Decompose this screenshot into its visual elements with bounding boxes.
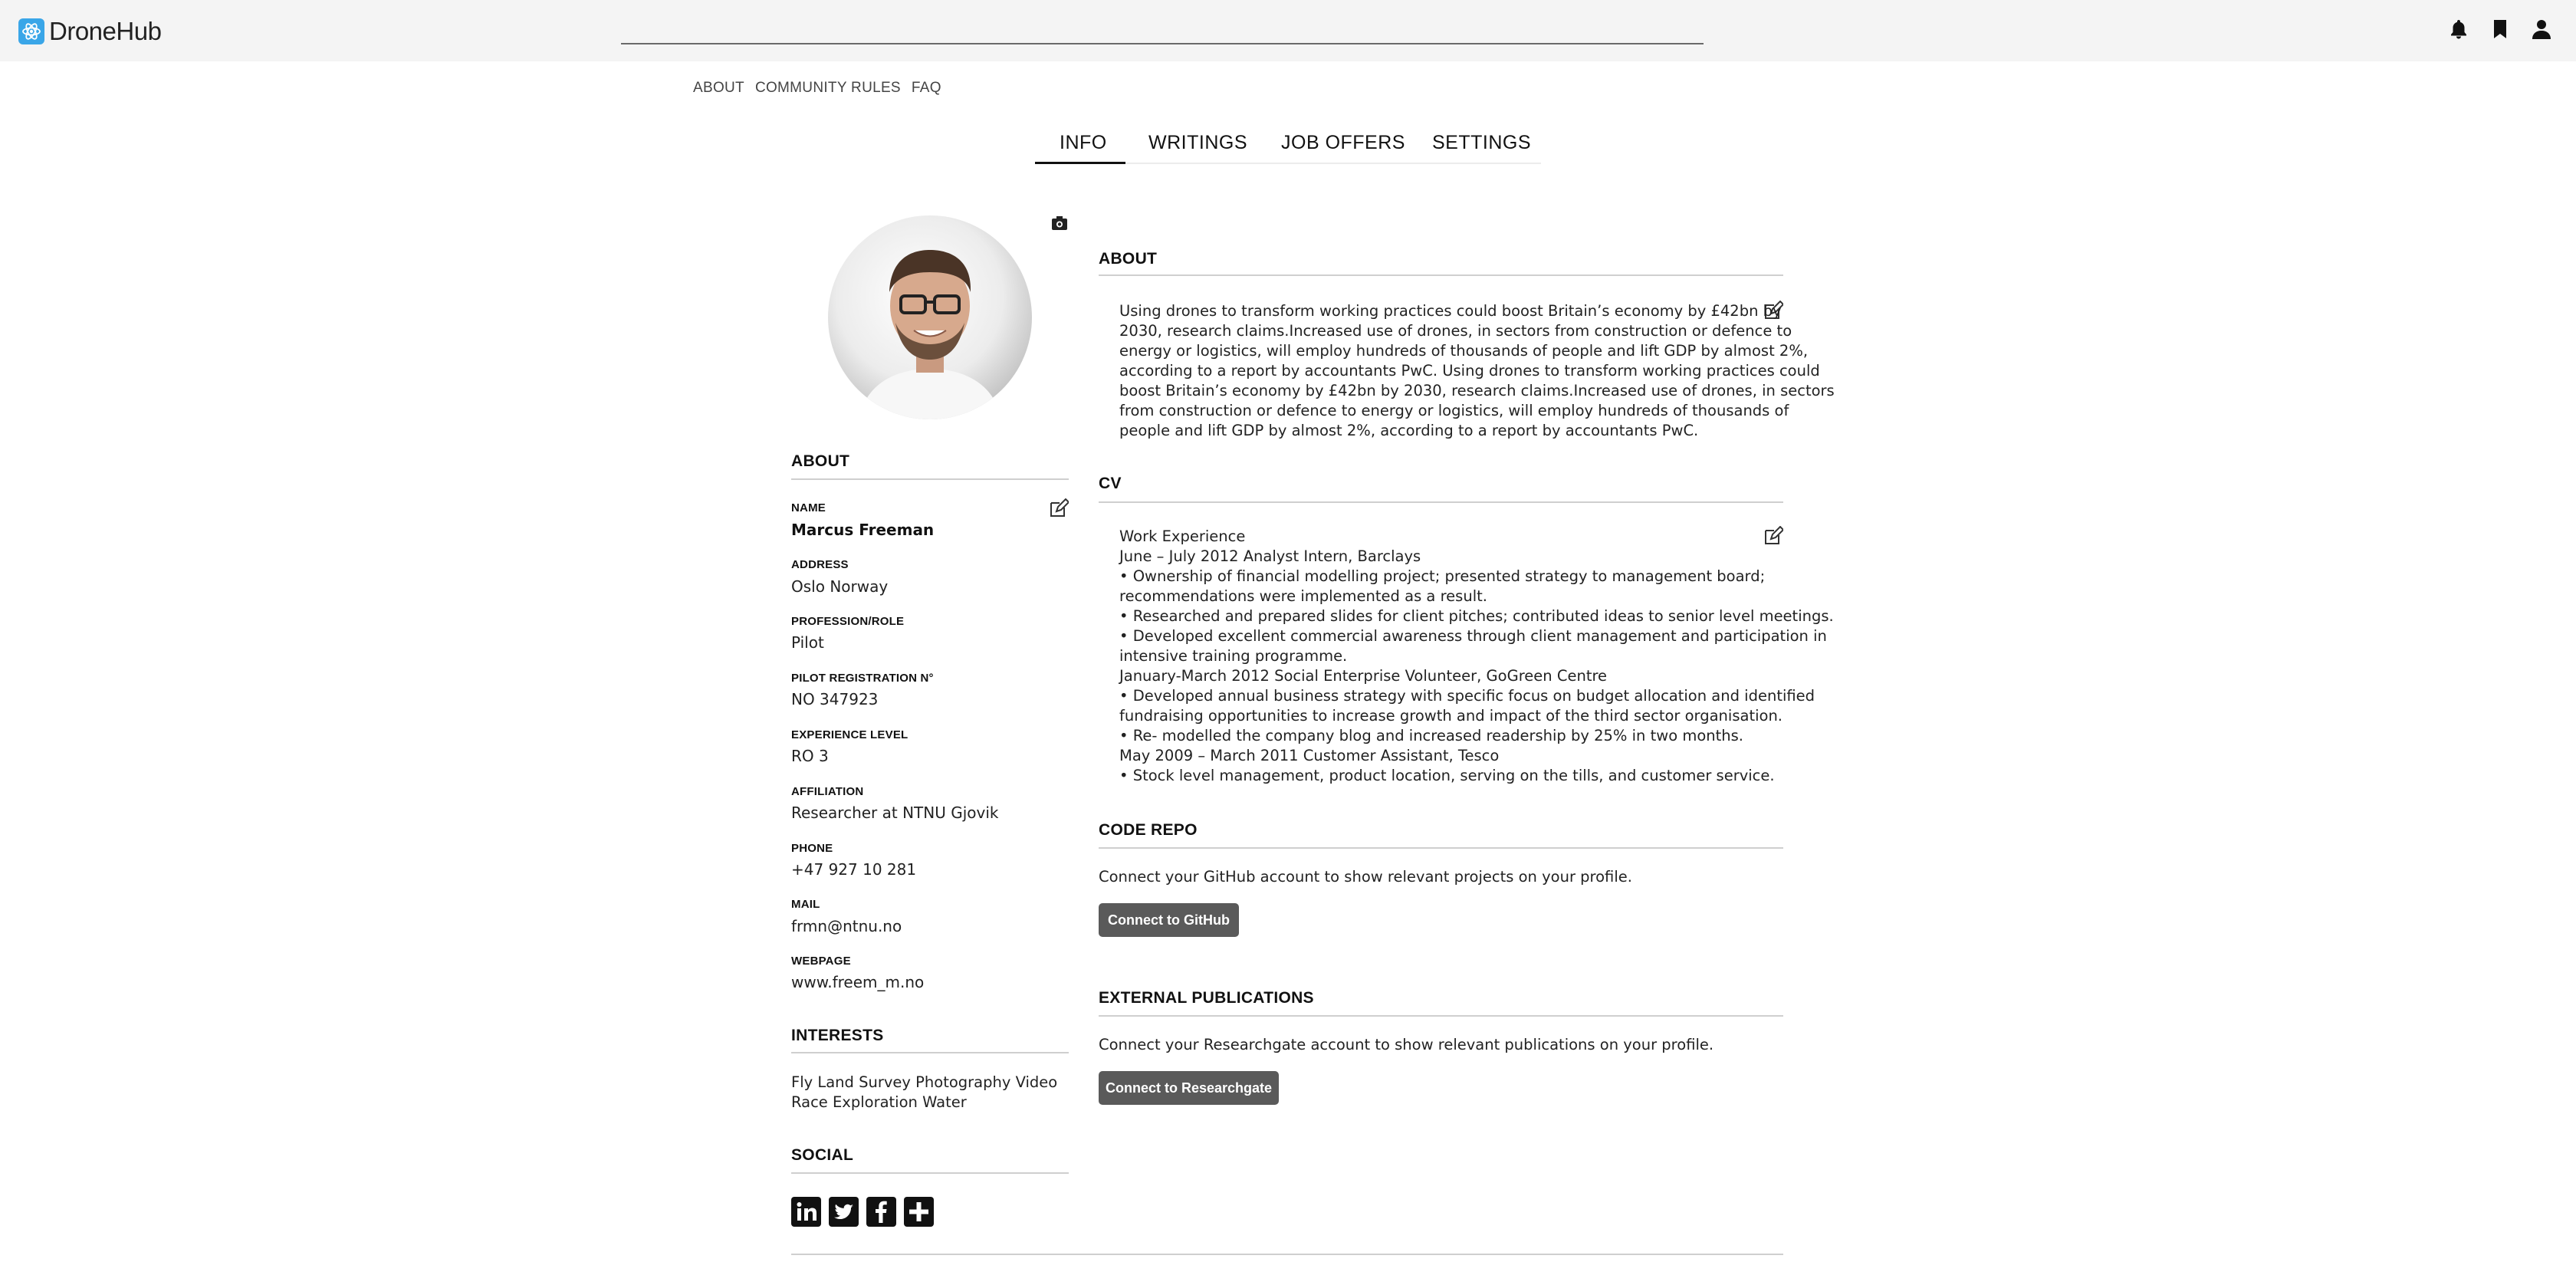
field-value-name: Marcus Freeman	[791, 521, 935, 539]
field-value-profession: Pilot	[791, 633, 824, 652]
cv-heading: CV	[1099, 475, 1122, 492]
social-heading: SOCIAL	[791, 1146, 854, 1164]
field-label-experience: EXPERIENCE LEVEL	[791, 728, 909, 741]
edit-profile-icon[interactable]	[1049, 498, 1070, 518]
linkedin-icon[interactable]	[791, 1197, 821, 1227]
divider	[791, 478, 1069, 480]
cv-text: Work Experience June – July 2012 Analyst…	[1119, 527, 1834, 784]
tab-info[interactable]: INFO	[1060, 132, 1107, 154]
nav-community-rules[interactable]: COMMUNITY RULES	[755, 80, 901, 97]
code-repo-text: Connect your GitHub account to show rele…	[1099, 868, 1632, 886]
logo[interactable]: DroneHub	[18, 17, 162, 46]
avatar	[828, 215, 1032, 419]
bell-icon[interactable]	[2447, 17, 2470, 41]
divider	[1099, 501, 1783, 503]
field-label-registration: PILOT REGISTRATION N°	[791, 672, 934, 685]
twitter-icon[interactable]	[829, 1197, 859, 1227]
plus-icon[interactable]	[904, 1197, 934, 1227]
divider	[1099, 274, 1783, 276]
sidebar-about-heading: ABOUT	[791, 452, 850, 470]
field-value-experience: RO 3	[791, 747, 829, 765]
field-value-affiliation: Researcher at NTNU Gjovik	[791, 804, 999, 822]
change-photo-icon[interactable]	[1050, 215, 1069, 232]
connect-researchgate-button[interactable]: Connect to Researchgate	[1099, 1071, 1279, 1105]
tab-writings[interactable]: WRITINGS	[1148, 132, 1247, 154]
field-value-registration: NO 347923	[791, 690, 879, 708]
field-label-affiliation: AFFILIATION	[791, 785, 864, 798]
nav-faq[interactable]: FAQ	[912, 80, 941, 97]
interests-heading: INTERESTS	[791, 1027, 884, 1044]
footer-divider	[791, 1254, 1783, 1255]
user-icon[interactable]	[2530, 17, 2553, 41]
field-value-address: Oslo Norway	[791, 577, 889, 596]
field-label-mail: MAIL	[791, 898, 820, 911]
field-label-webpage: WEBPAGE	[791, 955, 851, 968]
connect-github-button[interactable]: Connect to GitHub	[1099, 903, 1239, 937]
search-input[interactable]	[621, 43, 1704, 44]
divider	[1099, 847, 1783, 849]
field-value-phone: +47 927 10 281	[791, 860, 917, 879]
field-label-name: NAME	[791, 501, 826, 514]
about-text: Using drones to transform working practi…	[1119, 302, 1835, 439]
publications-heading: EXTERNAL PUBLICATIONS	[1099, 989, 1314, 1007]
field-label-phone: PHONE	[791, 842, 833, 855]
field-value-mail[interactable]: frmn@ntnu.no	[791, 917, 902, 935]
divider	[1099, 1015, 1783, 1017]
nav-about[interactable]: ABOUT	[693, 80, 744, 97]
divider	[791, 1172, 1069, 1174]
tab-settings[interactable]: SETTINGS	[1432, 132, 1531, 154]
publications-text: Connect your Researchgate account to sho…	[1099, 1036, 1714, 1053]
atom-logo-icon	[18, 18, 44, 44]
facebook-icon[interactable]	[866, 1197, 896, 1227]
bookmark-icon[interactable]	[2489, 17, 2512, 41]
code-repo-heading: CODE REPO	[1099, 821, 1198, 839]
field-label-profession: PROFESSION/ROLE	[791, 615, 905, 628]
top-bar: DroneHub	[0, 0, 2576, 61]
tab-job-offers[interactable]: JOB OFFERS	[1281, 132, 1405, 154]
social-links	[791, 1197, 934, 1227]
active-tab-indicator	[1035, 162, 1125, 164]
divider	[791, 1052, 1069, 1053]
profile-tabs: INFO WRITINGS JOB OFFERS SETTINGS	[1035, 129, 1541, 164]
field-label-address: ADDRESS	[791, 558, 849, 571]
interests-line: Fly Land Survey Photography Video	[791, 1073, 1058, 1091]
field-value-webpage[interactable]: www.freem_m.no	[791, 973, 924, 991]
top-nav: ABOUT COMMUNITY RULES FAQ	[693, 80, 941, 97]
main-about-heading: ABOUT	[1099, 250, 1158, 268]
interests-line: Race Exploration Water	[791, 1093, 967, 1111]
app-name: DroneHub	[49, 17, 162, 45]
